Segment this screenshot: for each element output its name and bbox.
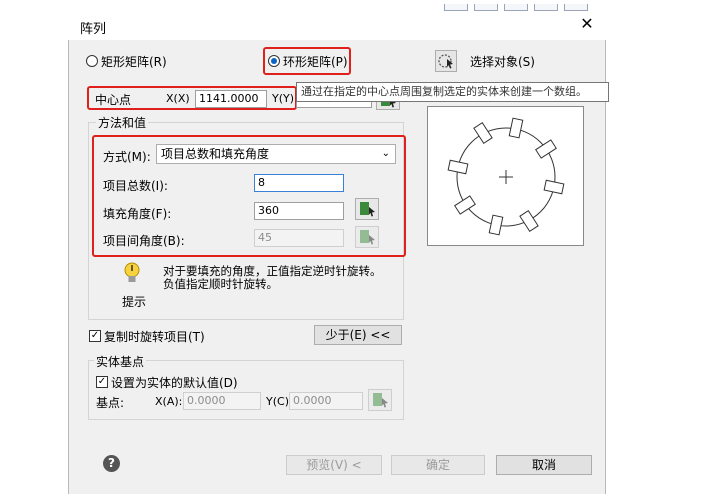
method-select-value: 项目总数和填充角度: [161, 147, 270, 161]
rotate-items-label[interactable]: 复制时旋转项目(T): [104, 328, 205, 345]
preview-drawing: [447, 117, 565, 236]
fill-angle-pick-button[interactable]: [355, 198, 379, 220]
pick-point-icon-disabled: [373, 393, 388, 408]
total-items-label: 项目总数(I):: [103, 179, 168, 193]
toolbar-button-3: [504, 4, 528, 11]
less-button[interactable]: 少于(E) <<: [314, 325, 402, 345]
base-x-input[interactable]: 0.0000: [183, 392, 261, 410]
pick-angle-icon-disabled: [360, 230, 375, 245]
base-pick-button[interactable]: [368, 389, 392, 411]
pick-angle-icon: [360, 202, 375, 217]
hint-label: 提示: [122, 295, 147, 309]
array-preview: [427, 106, 584, 246]
preview-button[interactable]: 预览(V) <: [286, 455, 382, 475]
tooltip: 通过在指定的中心点周围复制选定的实体来创建一个数组。: [296, 82, 609, 102]
method-select[interactable]: 项目总数和填充角度 ⌄: [156, 144, 396, 164]
rect-array-label[interactable]: 矩形矩阵(R): [101, 53, 167, 70]
base-point-label: 基点:: [96, 396, 125, 410]
polar-array-label[interactable]: 环形矩阵(P): [283, 53, 348, 70]
center-x-label: X(X): [166, 92, 190, 105]
help-icon[interactable]: ?: [103, 455, 120, 472]
cancel-button[interactable]: 取消: [496, 455, 592, 475]
dialog-title: 阵列: [80, 22, 107, 37]
angle-between-input[interactable]: 45: [254, 229, 344, 247]
center-x-input[interactable]: 1141.0000: [195, 90, 267, 108]
select-objects-button[interactable]: [435, 50, 457, 72]
default-base-checkbox[interactable]: ✓: [96, 376, 108, 388]
hint-text-line2: 负值指定顺时针旋转。: [163, 277, 278, 291]
ok-button[interactable]: 确定: [391, 455, 485, 475]
base-point-group-title: 实体基点: [94, 353, 147, 370]
fill-angle-label: 填充角度(F):: [103, 207, 172, 221]
toolbar-button-4: [534, 4, 558, 11]
background-toolbar-strip: [438, 0, 606, 11]
select-objects-icon: [438, 54, 453, 69]
base-x-label: X(A):: [155, 395, 183, 408]
method-group-title: 方法和值: [96, 114, 149, 131]
title-bar: [68, 12, 606, 40]
method-label: 方式(M):: [103, 150, 151, 164]
polar-array-radio[interactable]: [268, 55, 280, 67]
center-point-label: 中心点: [95, 93, 132, 107]
angle-between-pick-button[interactable]: [355, 226, 379, 248]
chevron-down-icon: ⌄: [381, 148, 390, 159]
toolbar-button-2: [474, 4, 498, 11]
rect-array-radio[interactable]: [86, 55, 98, 67]
toolbar-button-1: [444, 4, 468, 11]
center-y-label: Y(Y): [272, 92, 295, 105]
toolbar-button-5: [564, 4, 588, 11]
default-base-label[interactable]: 设置为实体的默认值(D): [111, 374, 238, 391]
total-items-input[interactable]: 8: [254, 174, 344, 192]
select-objects-label: 选择对象(S): [470, 55, 535, 69]
lightbulb-icon: [121, 260, 143, 291]
base-y-input[interactable]: 0.0000: [289, 392, 363, 410]
close-button[interactable]: ✕: [578, 14, 596, 33]
rotate-items-checkbox[interactable]: ✓: [89, 330, 101, 342]
fill-angle-input[interactable]: 360: [254, 202, 344, 220]
angle-between-label: 项目间角度(B):: [103, 234, 185, 248]
